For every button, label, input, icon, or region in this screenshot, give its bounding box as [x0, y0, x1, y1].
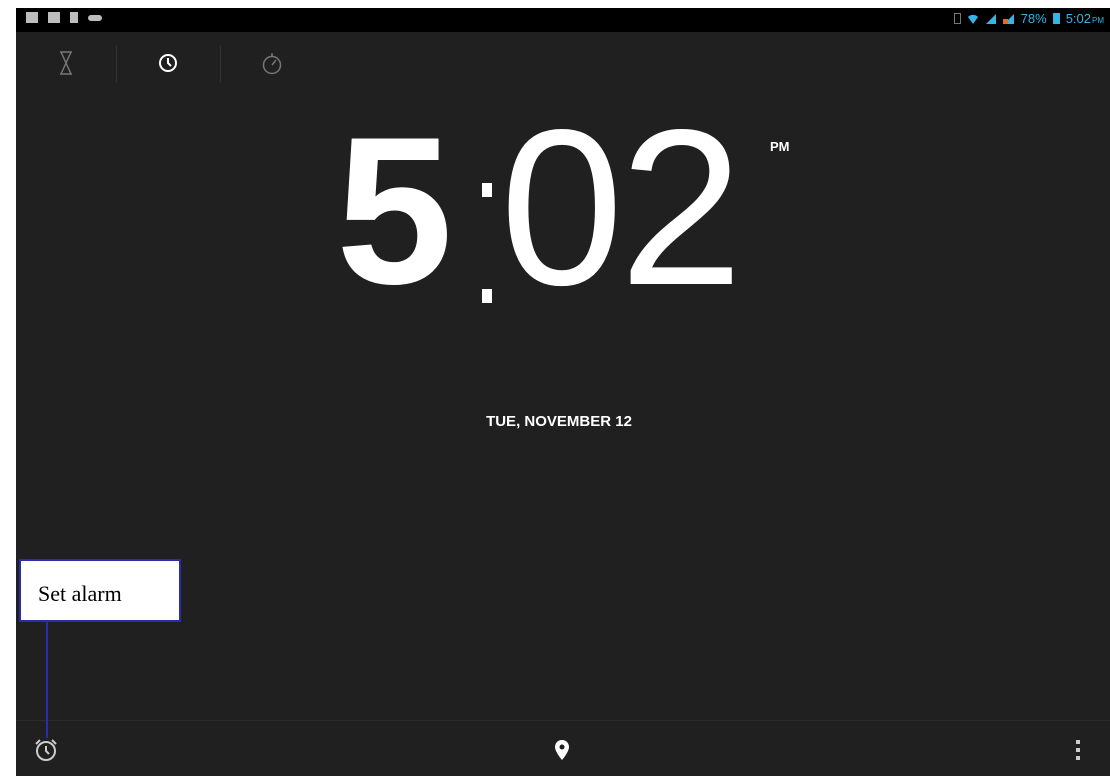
clock-minutes: 02 [500, 84, 743, 332]
colon-top-dot [482, 183, 492, 197]
colon-bottom-dot [482, 289, 492, 303]
tab-divider [220, 46, 221, 82]
clock-icon [159, 54, 177, 72]
bottom-divider [16, 720, 1110, 721]
cities-button[interactable] [546, 734, 578, 766]
tab-clock[interactable] [118, 32, 218, 94]
location-icon [555, 740, 569, 760]
sim-icon [953, 13, 961, 24]
gallery-notification-icon [48, 12, 60, 23]
clock-hour: 5 [336, 93, 453, 328]
bottom-action-bar [16, 720, 1110, 776]
alarm-button[interactable] [30, 734, 62, 766]
tab-divider [116, 46, 117, 82]
mode-tabs [16, 32, 416, 94]
clock-ampm: PM [770, 139, 790, 154]
alarm-icon [35, 739, 57, 761]
screenshot-notification-icon [26, 12, 38, 23]
date-label: TUE, NOVEMBER 12 [486, 413, 632, 430]
overflow-menu-icon [1076, 740, 1080, 760]
status-time: 5:02PM [1065, 11, 1104, 26]
wifi-icon [967, 14, 978, 24]
status-bar: 78% 5:02PM [16, 8, 1110, 32]
callout-label: Set alarm [19, 559, 181, 622]
notification-icons [26, 12, 102, 23]
stopwatch-icon [262, 53, 282, 75]
tab-stopwatch[interactable] [222, 32, 322, 94]
usb-notification-icon [70, 12, 78, 23]
signal-icon [985, 13, 996, 24]
digital-clock: 5 02 PM [16, 84, 1110, 333]
signal-icon-2 [1002, 13, 1014, 24]
battery-icon [1052, 13, 1060, 24]
overflow-menu-button[interactable] [1062, 734, 1094, 766]
callout-pointer-line [46, 622, 48, 738]
tab-timer[interactable] [16, 32, 116, 94]
keyboard-notification-icon [88, 14, 102, 21]
battery-percent: 78% [1020, 11, 1047, 26]
system-status: 78% 5:02PM [953, 11, 1104, 26]
timer-icon [60, 51, 72, 75]
clock-app-screen: 78% 5:02PM 5 02 PM TUE, NOVEMBER 12 [16, 8, 1110, 776]
